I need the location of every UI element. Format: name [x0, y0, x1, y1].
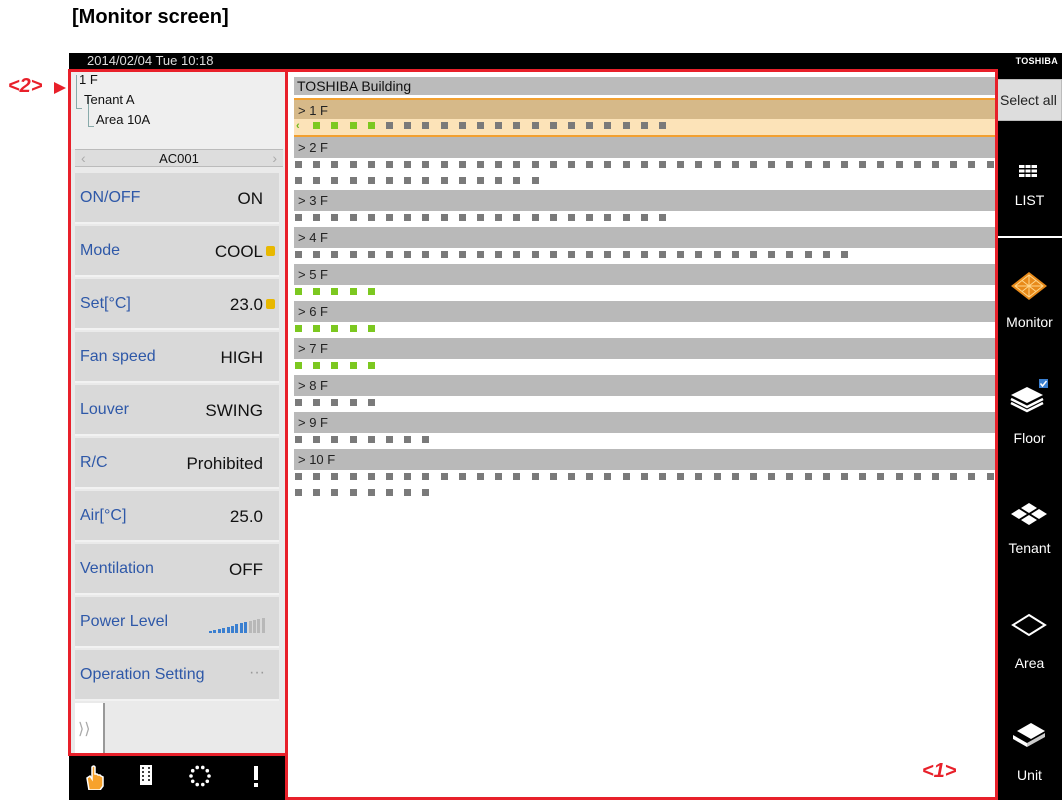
tenant-label: Tenant: [1008, 540, 1051, 556]
toshiba-logo: TOSHIBA: [1015, 56, 1058, 66]
unit-label: Unit: [1017, 767, 1042, 783]
right-sidebar: Select all LIST Monitor Floor Tenant Are…: [997, 69, 1062, 800]
area-button[interactable]: Area: [997, 609, 1062, 689]
sidebar-divider: [997, 236, 1062, 238]
unit-icon: [1013, 723, 1045, 747]
monitor-label: Monitor: [1006, 314, 1053, 330]
spinner-dot: [190, 779, 195, 784]
spinner-dot: [190, 768, 195, 773]
unit-button[interactable]: Unit: [997, 719, 1062, 799]
list-label: LIST: [1014, 192, 1045, 208]
monitor-button[interactable]: Monitor: [997, 264, 1062, 344]
annotation-callout-1: <1>: [922, 760, 957, 782]
tenant-icon: [1011, 503, 1047, 525]
datetime: 2014/02/04 Tue 10:18: [87, 53, 214, 68]
floor-button[interactable]: Floor: [997, 379, 1062, 459]
list-button[interactable]: LIST: [997, 159, 1062, 229]
spinner-dot: [195, 765, 200, 770]
spinner-dot: [205, 779, 210, 784]
callout-arrow-icon: [54, 82, 66, 94]
spinner-dot: [195, 782, 200, 787]
list-icon: [1019, 165, 1037, 177]
page-heading: [Monitor screen]: [72, 6, 229, 28]
top-bar: 2014/02/04 Tue 10:18 TOSHIBA: [69, 53, 1062, 69]
annotation-box-2: [68, 69, 288, 756]
spinner-dot: [189, 774, 193, 778]
spinner-dot: [207, 774, 211, 778]
spinner-dot: [200, 765, 205, 770]
bottom-toolbar: [69, 756, 287, 800]
floor-label: Floor: [1013, 430, 1046, 446]
area-label: Area: [1014, 655, 1045, 671]
area-icon: [1011, 613, 1047, 637]
monitor-icon: [1011, 272, 1047, 300]
tenant-button[interactable]: Tenant: [997, 499, 1062, 579]
annotation-callout-2: <2>: [8, 75, 43, 97]
select-all-button[interactable]: Select all: [997, 79, 1062, 121]
annotation-box-1: [285, 69, 998, 800]
spinner-dot: [205, 768, 210, 773]
spinner-icon[interactable]: [187, 764, 213, 790]
floor-icon: [1010, 379, 1048, 413]
hand-pointer-icon[interactable]: [81, 764, 107, 791]
alert-icon[interactable]: [243, 764, 269, 790]
book-icon[interactable]: [133, 764, 159, 790]
spinner-dot: [200, 782, 205, 787]
